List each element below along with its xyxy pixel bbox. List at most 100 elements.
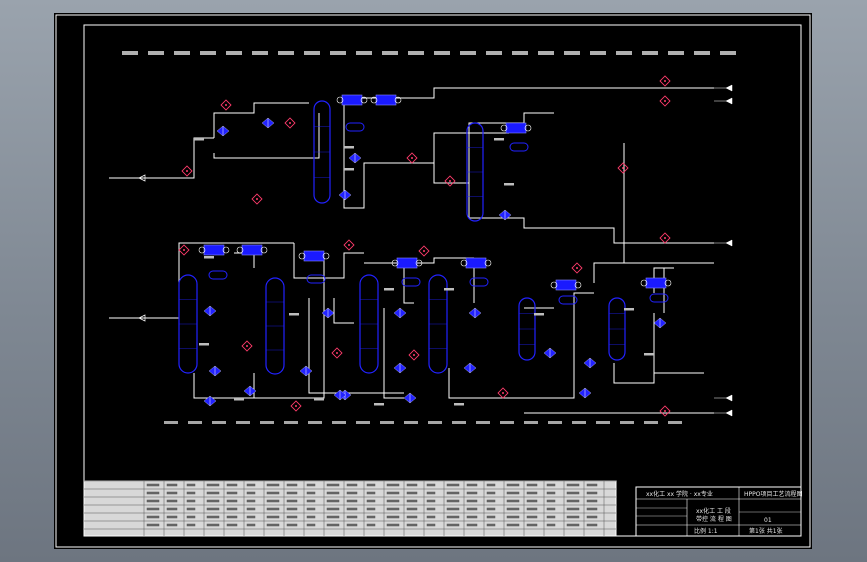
stream-arrow xyxy=(714,394,733,402)
process-line xyxy=(573,292,594,313)
table-cell-text xyxy=(486,491,496,495)
table-cell-text xyxy=(386,499,400,503)
title-block: xx化工 xx 学院 · xx专业 HPPO项目工艺流程图 xx化工 工 段 带… xyxy=(635,486,802,537)
footer-label-mark xyxy=(572,421,586,424)
table-cell-text xyxy=(546,491,556,495)
table-cell-text xyxy=(466,483,478,487)
footer-label-mark xyxy=(356,421,370,424)
heat-exchanger xyxy=(460,257,492,269)
table-cell-text xyxy=(446,515,460,519)
table-cell-text xyxy=(526,483,538,487)
instrument-marker xyxy=(659,75,671,87)
table-cell-text xyxy=(386,523,400,527)
table-cell-text xyxy=(326,499,340,503)
footer-label-mark xyxy=(188,421,202,424)
table-cell-text xyxy=(486,499,496,503)
table-cell-text xyxy=(366,499,376,503)
table-cell-text xyxy=(366,483,376,487)
equipment-tag-mark xyxy=(444,288,454,291)
equipment-table xyxy=(83,480,617,537)
stream-arrow xyxy=(714,409,733,417)
feed-arrow xyxy=(109,314,146,322)
valve-symbol xyxy=(348,152,362,164)
table-cell-text xyxy=(306,507,316,511)
table-cell-text xyxy=(506,483,520,487)
table-cell-text xyxy=(546,507,556,511)
process-line xyxy=(354,162,469,209)
equipment-tag-mark xyxy=(454,403,464,406)
table-cell-text xyxy=(566,523,580,527)
instrument-marker xyxy=(220,99,232,111)
equipment-tag-mark xyxy=(314,398,324,401)
equipment-tag-mark xyxy=(289,313,299,316)
process-line xyxy=(448,368,524,399)
table-cell-text xyxy=(206,523,220,527)
valve-symbol xyxy=(208,365,222,377)
table-cell-text xyxy=(386,507,400,511)
reflux-drum xyxy=(208,270,228,280)
header-label-mark xyxy=(668,51,684,55)
stream-arrow xyxy=(714,239,733,247)
table-cell-text xyxy=(586,491,598,495)
distillation-tower xyxy=(265,277,285,375)
table-cell-text xyxy=(486,483,496,487)
equipment-tag-mark xyxy=(374,403,384,406)
table-cell-text xyxy=(286,483,298,487)
drawing-sheet: xx化工 xx 学院 · xx专业 HPPO项目工艺流程图 xx化工 工 段 带… xyxy=(54,13,812,549)
instrument-marker xyxy=(331,347,343,359)
table-cell-text xyxy=(386,483,400,487)
table-cell-text xyxy=(186,491,196,495)
process-line xyxy=(623,143,714,264)
header-label-mark xyxy=(148,51,164,55)
table-cell-text xyxy=(246,483,256,487)
header-label-mark xyxy=(538,51,554,55)
table-cell-text xyxy=(526,515,538,519)
table-cell-text xyxy=(226,515,238,519)
feed-arrow xyxy=(109,174,146,182)
instrument-marker xyxy=(497,387,509,399)
table-cell-text xyxy=(246,515,256,519)
instrument-marker xyxy=(659,232,671,244)
footer-label-mark xyxy=(212,421,226,424)
table-cell-text xyxy=(486,515,496,519)
table-cell-text xyxy=(326,507,340,511)
footer-label-mark xyxy=(668,421,682,424)
table-cell-text xyxy=(246,523,256,527)
heat-exchanger xyxy=(500,122,532,134)
reflux-drum xyxy=(401,277,421,287)
header-label-mark xyxy=(642,51,658,55)
valve-symbol xyxy=(578,387,592,399)
header-label-mark xyxy=(278,51,294,55)
table-cell-text xyxy=(346,499,358,503)
table-cell-text xyxy=(506,515,520,519)
table-cell-text xyxy=(566,515,580,519)
table-cell-text xyxy=(226,507,238,511)
valve-symbol xyxy=(203,305,217,317)
scale-label: 比例 1:1 xyxy=(694,527,718,535)
footer-label-mark xyxy=(500,421,514,424)
header-label-mark xyxy=(720,51,736,55)
table-cell-text xyxy=(226,523,238,527)
table-cell-text xyxy=(446,483,460,487)
valve-symbol xyxy=(299,365,313,377)
footer-label-mark xyxy=(380,421,394,424)
process-line xyxy=(193,373,255,399)
table-cell-text xyxy=(426,491,436,495)
table-cell-text xyxy=(166,491,178,495)
table-cell-text xyxy=(466,523,478,527)
table-cell-text xyxy=(406,507,418,511)
footer-label-mark xyxy=(476,421,490,424)
table-cell-text xyxy=(266,515,280,519)
table-cell-text xyxy=(546,523,556,527)
footer-label-mark xyxy=(284,421,298,424)
table-cell-text xyxy=(246,491,256,495)
table-cell-text xyxy=(466,515,478,519)
heat-exchanger xyxy=(640,277,672,289)
header-label-mark xyxy=(486,51,502,55)
table-cell-text xyxy=(346,515,358,519)
table-cell-text xyxy=(166,507,178,511)
table-cell-text xyxy=(226,491,238,495)
table-cell-text xyxy=(586,483,598,487)
table-cell-text xyxy=(306,483,316,487)
valve-symbol xyxy=(261,117,275,129)
